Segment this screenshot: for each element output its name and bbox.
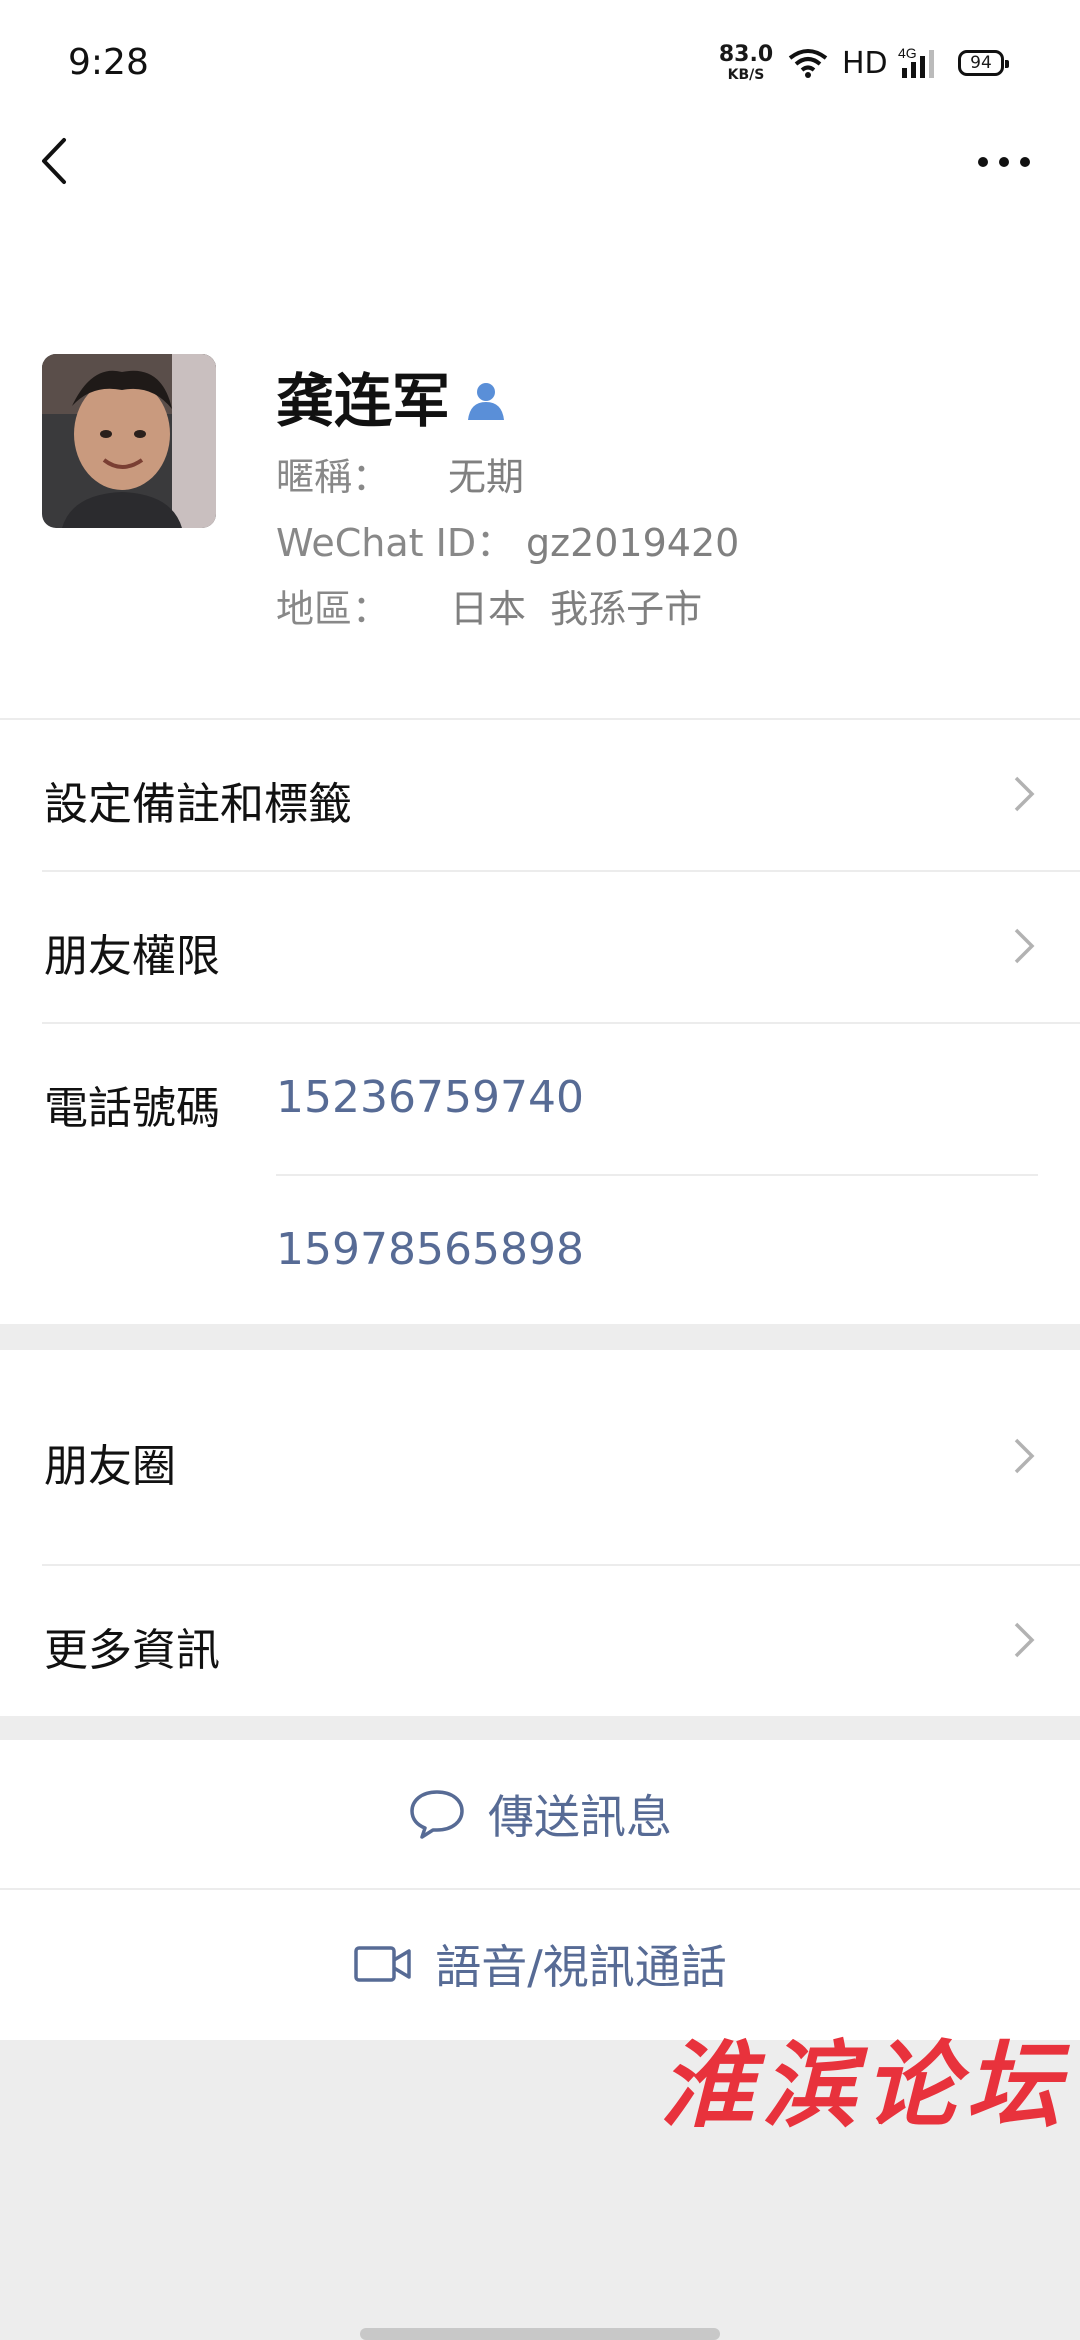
- send-message-label: 傳送訊息: [488, 1790, 672, 1844]
- send-message-button[interactable]: 傳送訊息: [0, 1740, 1080, 1888]
- network-speed-unit: KB/S: [727, 67, 765, 83]
- network-type-label: 4G: [898, 45, 917, 61]
- chevron-right-icon: [1014, 776, 1035, 812]
- moments-label: 朋友圈: [44, 1441, 176, 1492]
- remarks-tags-row[interactable]: 設定備註和標籤: [0, 720, 1080, 870]
- section-gap: [0, 1324, 1080, 1350]
- phone-label: 電話號碼: [44, 1083, 220, 1134]
- permissions-label: 朋友權限: [44, 931, 220, 982]
- battery-level: 94: [970, 53, 992, 73]
- nickname-row: 暱稱： 无期: [276, 446, 524, 501]
- more-info-label: 更多資訊: [44, 1625, 220, 1676]
- profile-name-row: 龚连军: [276, 356, 506, 436]
- voice-video-call-label: 語音/視訊通話: [435, 1940, 727, 1994]
- video-camera-icon: [354, 1946, 411, 1982]
- watermark: 淮滨论坛: [660, 2031, 1069, 2141]
- chevron-right-icon: [1014, 1438, 1035, 1474]
- divider: [276, 1174, 1038, 1176]
- more-options-icon[interactable]: [976, 150, 1032, 174]
- back-arrow-icon[interactable]: [32, 132, 76, 190]
- phone-number-2[interactable]: 15978565898: [276, 1224, 584, 1275]
- region-label: 地區：: [276, 587, 391, 631]
- wifi-icon: [788, 49, 828, 78]
- chat-bubble-icon: [410, 1790, 464, 1839]
- nickname-label: 暱稱：: [276, 455, 391, 499]
- wechat-id-row: WeChat ID： gz2019420: [276, 512, 739, 567]
- region-row: 地區： 日本 我孫子市: [276, 578, 702, 633]
- contact-person-icon: [468, 383, 505, 420]
- status-time: 9:28: [68, 42, 149, 83]
- signal-icon: 4G: [898, 45, 934, 78]
- region-value: 日本 我孫子市: [450, 587, 703, 631]
- battery-icon: 94: [958, 50, 1009, 76]
- avatar[interactable]: [42, 354, 216, 528]
- chevron-right-icon: [1014, 1622, 1035, 1658]
- wechat-id-label: WeChat ID：: [276, 521, 515, 565]
- section-gap: [0, 1716, 1080, 1740]
- status-bar: 9:28 83.0 KB/S HD 4G 94: [0, 0, 1080, 130]
- permissions-row[interactable]: 朋友權限: [0, 872, 1080, 1022]
- more-info-row[interactable]: 更多資訊: [0, 1566, 1080, 1716]
- remarks-tags-label: 設定備註和標籤: [44, 779, 352, 830]
- profile-name: 龚连军: [276, 367, 451, 435]
- moments-row[interactable]: 朋友圈: [0, 1350, 1080, 1564]
- chevron-right-icon: [1014, 928, 1035, 964]
- home-indicator[interactable]: [360, 2328, 720, 2340]
- wechat-id-value: gz2019420: [526, 521, 740, 565]
- hd-indicator: HD: [842, 46, 888, 81]
- nickname-value: 无期: [448, 455, 525, 499]
- phone-number-1[interactable]: 15236759740: [276, 1072, 584, 1123]
- network-speed-value: 83.0: [718, 42, 774, 67]
- network-speed: 83.0 KB/S: [718, 42, 774, 83]
